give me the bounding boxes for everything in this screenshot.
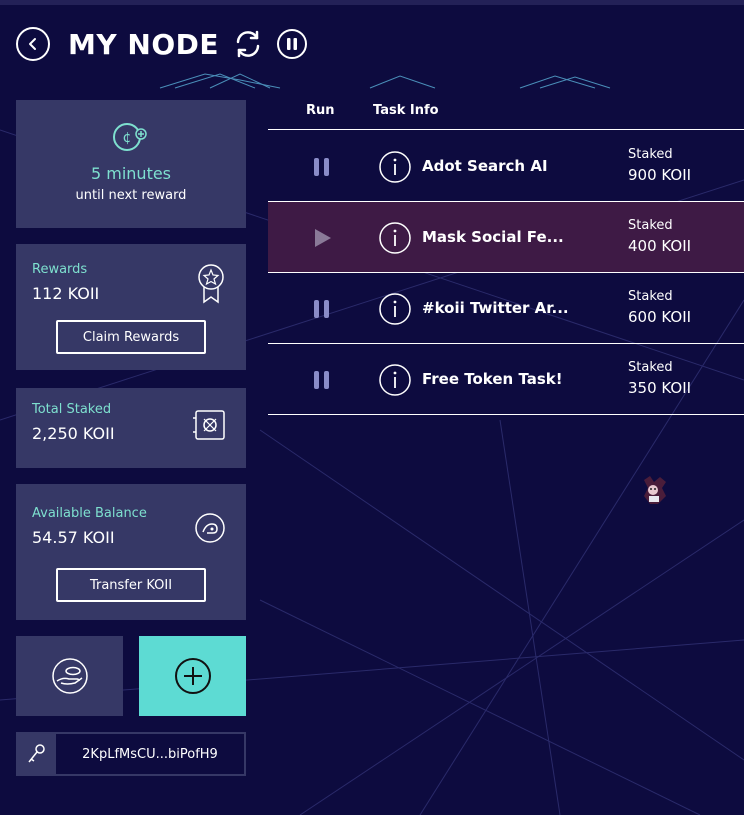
- reward-subtitle: until next reward: [75, 188, 187, 203]
- task-table-header: Run Task Info: [268, 100, 744, 130]
- wallet-icon: [195, 513, 225, 543]
- pause-all-button[interactable]: [277, 29, 307, 59]
- wallet-address[interactable]: 2KpLfMsCU...biPofH9: [56, 732, 246, 776]
- claim-rewards-button[interactable]: Claim Rewards: [56, 320, 206, 354]
- task-name: #koii Twitter Ar...: [422, 299, 569, 317]
- hand-coin-button[interactable]: [16, 636, 123, 716]
- total-staked-label: Total Staked: [32, 402, 112, 417]
- info-icon[interactable]: [378, 221, 412, 255]
- rewards-card: Rewards 112 KOII Claim Rewards: [16, 244, 246, 370]
- task-row[interactable]: Adot Search AI Staked 900 KOII: [268, 131, 744, 202]
- chevron-left-icon: [29, 38, 36, 50]
- available-balance-card: Available Balance 54.57 KOII Transfer KO…: [16, 484, 246, 620]
- staked-value: 400 KOII: [628, 237, 692, 255]
- staked-label: Staked: [628, 360, 673, 375]
- svg-text:¢: ¢: [123, 130, 132, 146]
- info-icon[interactable]: [378, 292, 412, 326]
- task-row[interactable]: Mask Social Fe... Staked 400 KOII: [268, 202, 744, 273]
- add-task-button[interactable]: [139, 636, 246, 716]
- mascot-sprite: [644, 476, 666, 504]
- staked-value: 900 KOII: [628, 166, 692, 184]
- staked-value: 350 KOII: [628, 379, 692, 397]
- info-icon[interactable]: [378, 150, 412, 184]
- coin-timer-icon: ¢: [113, 123, 147, 151]
- task-name: Free Token Task!: [422, 370, 563, 388]
- task-row[interactable]: Free Token Task! Staked 350 KOII: [268, 344, 744, 415]
- transfer-koii-button[interactable]: Transfer KOII: [56, 568, 206, 602]
- pause-icon[interactable]: [312, 299, 332, 319]
- task-name: Mask Social Fe...: [422, 228, 564, 246]
- pause-icon[interactable]: [312, 370, 332, 390]
- back-button[interactable]: [16, 27, 50, 61]
- wallet-key-row[interactable]: 2KpLfMsCU...biPofH9: [16, 732, 246, 776]
- column-run: Run: [306, 103, 335, 118]
- column-task-info: Task Info: [373, 103, 439, 118]
- reward-time: 5 minutes: [90, 164, 172, 183]
- reward-timer-card: ¢ 5 minutes until next reward: [16, 100, 246, 228]
- staked-value: 600 KOII: [628, 308, 692, 326]
- rewards-label: Rewards: [32, 262, 88, 277]
- staked-label: Staked: [628, 218, 673, 233]
- refresh-icon: [236, 30, 260, 58]
- pause-icon[interactable]: [312, 157, 332, 177]
- safe-icon: [193, 410, 225, 440]
- page-header: MY NODE: [16, 26, 307, 62]
- task-row[interactable]: #koii Twitter Ar... Staked 600 KOII: [268, 273, 744, 344]
- info-icon[interactable]: [378, 363, 412, 397]
- hand-coin-icon: [51, 658, 88, 694]
- staked-label: Staked: [628, 147, 673, 162]
- refresh-button[interactable]: [231, 27, 265, 61]
- staked-label: Staked: [628, 289, 673, 304]
- play-icon[interactable]: [312, 228, 332, 248]
- total-staked-card: Total Staked 2,250 KOII: [16, 388, 246, 468]
- page-title: MY NODE: [68, 27, 219, 61]
- key-icon-box: [16, 732, 56, 776]
- task-name: Adot Search AI: [422, 157, 548, 175]
- pause-icon: [287, 38, 297, 50]
- total-staked-value: 2,250 KOII: [32, 424, 115, 443]
- award-ribbon-icon: [198, 264, 224, 304]
- add-circle-icon: [174, 658, 211, 694]
- balance-value: 54.57 KOII: [32, 528, 115, 547]
- rewards-value: 112 KOII: [32, 284, 100, 303]
- key-icon: [28, 744, 45, 763]
- balance-label: Available Balance: [32, 506, 147, 521]
